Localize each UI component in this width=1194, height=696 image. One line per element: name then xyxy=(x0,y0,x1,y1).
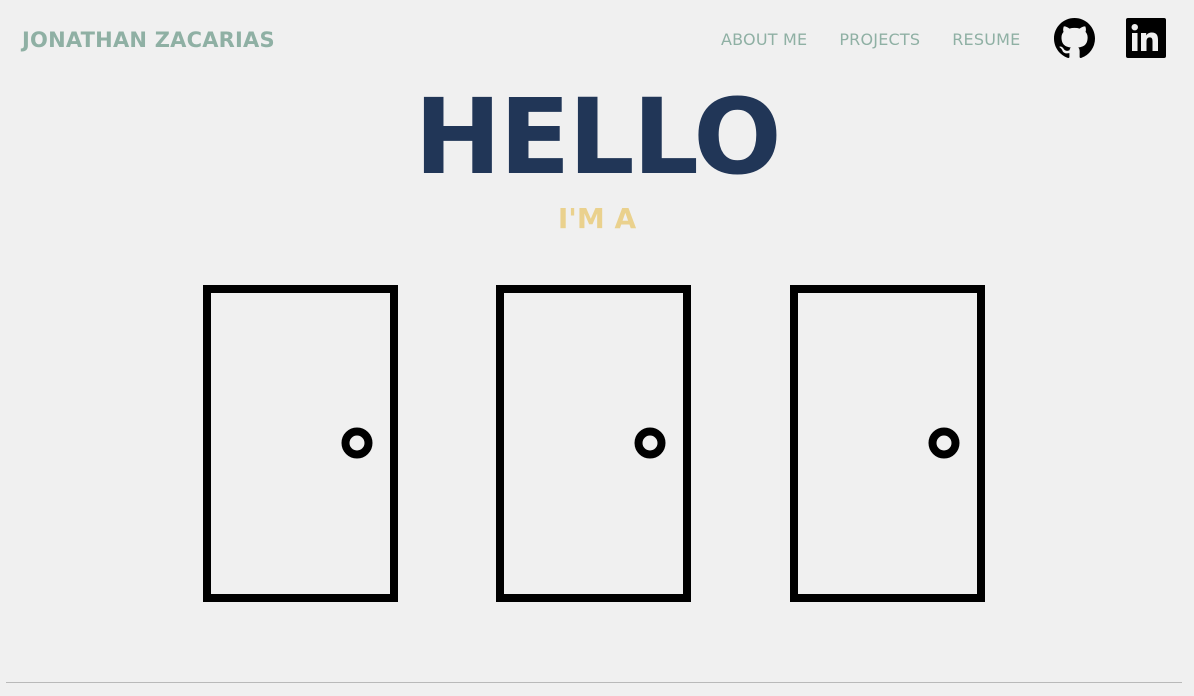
door-icon xyxy=(790,285,985,602)
nav-about-me-link[interactable]: ABOUT ME xyxy=(721,30,807,49)
github-icon xyxy=(1054,18,1095,58)
hero-subtitle: I'M A xyxy=(557,202,637,235)
door-icon xyxy=(496,285,691,602)
door-3[interactable] xyxy=(790,285,986,603)
door-icon xyxy=(203,285,398,602)
nav-projects-link[interactable]: PROJECTS xyxy=(839,30,920,49)
door-2[interactable] xyxy=(496,285,692,603)
page: JONATHAN ZACARIAS ABOUT ME PROJECTS RESU… xyxy=(0,0,1194,696)
door-1[interactable] xyxy=(203,285,399,603)
footer-divider xyxy=(6,682,1182,683)
nav-resume-link[interactable]: RESUME xyxy=(952,30,1020,49)
github-link[interactable] xyxy=(1054,18,1095,59)
hero-title: HELLO xyxy=(414,76,781,198)
linkedin-icon xyxy=(1126,18,1166,58)
main-nav: ABOUT ME PROJECTS RESUME xyxy=(721,30,1020,49)
doors-row xyxy=(0,285,1194,605)
linkedin-link[interactable] xyxy=(1126,18,1166,58)
brand-link[interactable]: JONATHAN ZACARIAS xyxy=(22,28,275,52)
